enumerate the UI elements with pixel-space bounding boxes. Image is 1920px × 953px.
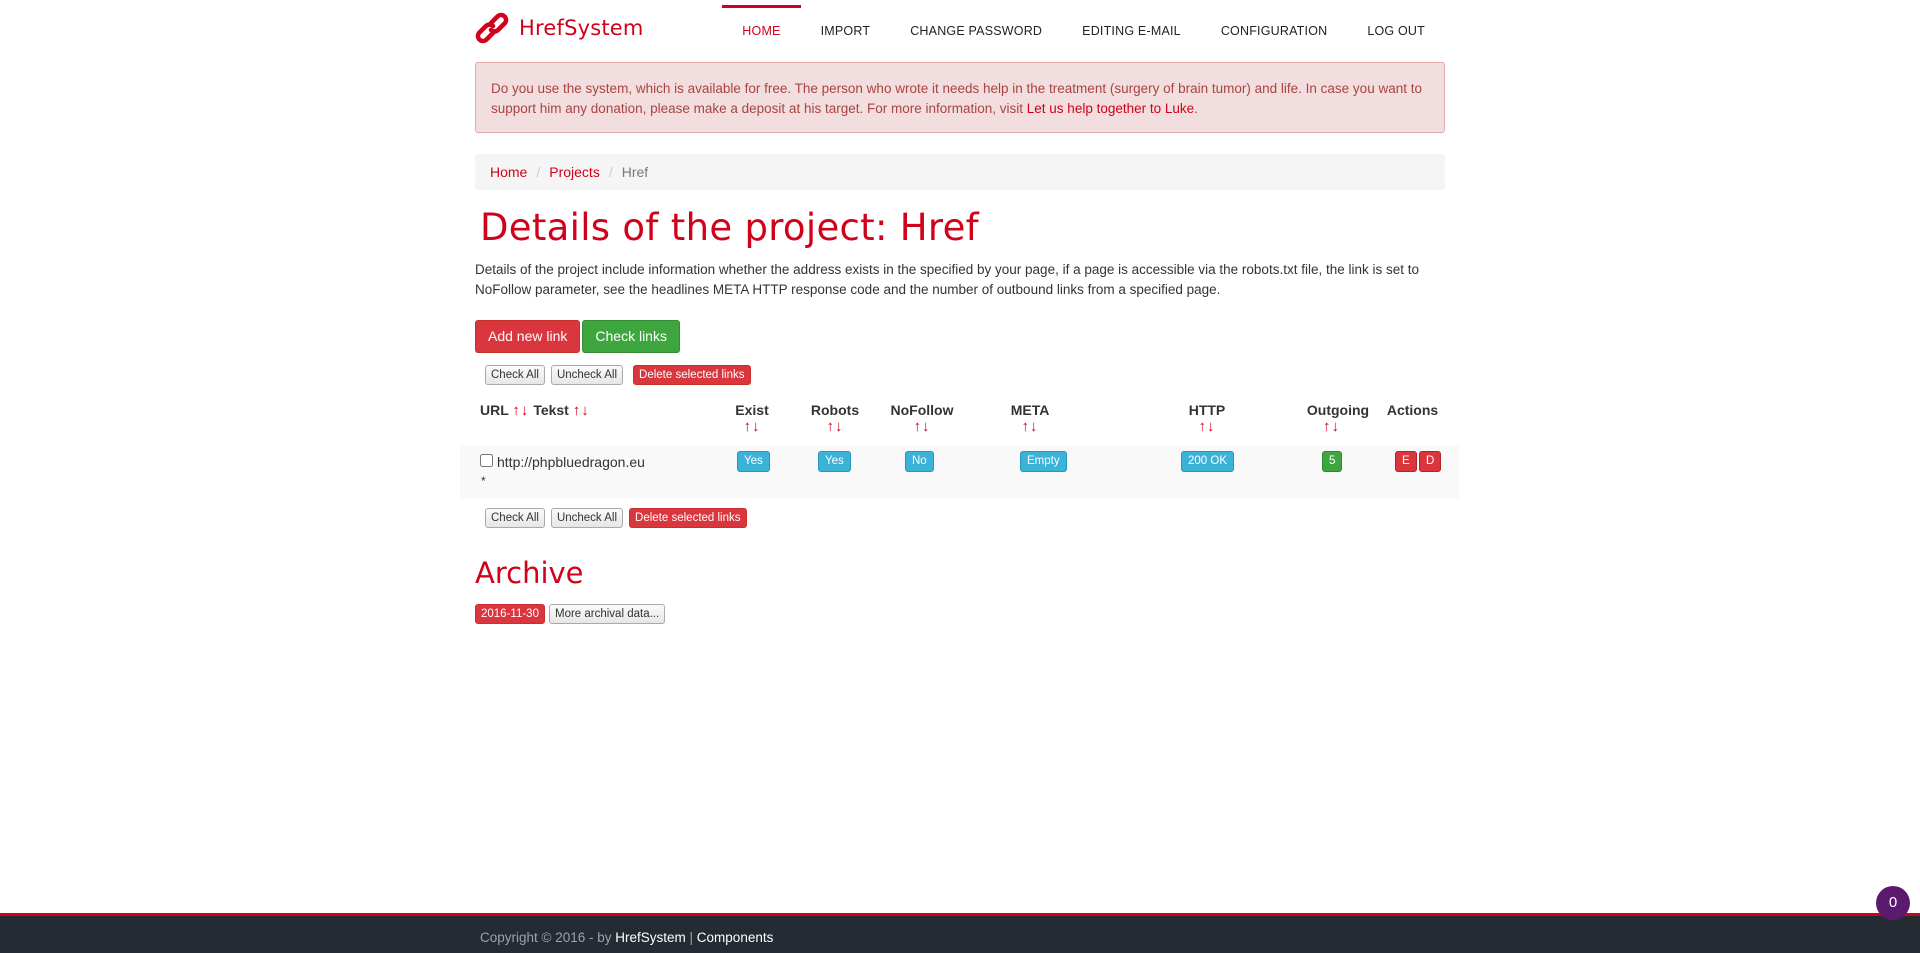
archive-title: Archive: [475, 556, 584, 590]
sort-robots-arrows[interactable]: ↑↓: [805, 418, 865, 435]
page-description: Details of the project include informati…: [475, 262, 1419, 297]
add-new-link-button[interactable]: Add new link: [475, 320, 581, 353]
copyright-text: Copyright © 2016 - by: [480, 930, 616, 945]
column-http-label: HTTP: [1188, 402, 1226, 418]
uncheck-all-button[interactable]: Uncheck All: [550, 365, 624, 385]
delete-selected-button[interactable]: Delete selected links: [629, 508, 747, 528]
http-label: 200 OK: [1181, 451, 1234, 472]
column-nofollow-label: NoFollow: [890, 402, 954, 418]
row-select-checkbox[interactable]: [480, 454, 493, 467]
column-actions: Actions: [1386, 402, 1439, 418]
archive-date-button[interactable]: 2016-11-30: [475, 604, 545, 624]
check-links-button[interactable]: Check links: [582, 320, 680, 353]
nav-editing-email[interactable]: EDITING E-MAIL: [1062, 0, 1201, 62]
alert-text: Do you use the system, which is availabl…: [491, 81, 1422, 116]
nav-log-out[interactable]: LOG OUT: [1347, 0, 1445, 62]
chain-link-icon: [475, 12, 509, 44]
sort-nofollow-arrows[interactable]: ↑↓: [887, 418, 957, 435]
footer: Copyright © 2016 - by HrefSystem | Compo…: [0, 913, 1920, 953]
breadcrumb-projects[interactable]: Projects: [549, 164, 600, 180]
sort-outgoing-arrows[interactable]: ↑↓: [1290, 418, 1373, 435]
column-meta-label: META: [1010, 402, 1050, 418]
column-exist-label: Exist: [735, 402, 769, 418]
links-table-header: URL ↑↓ Tekst ↑↓ Exist ↑↓ Robots ↑↓ NoFol…: [475, 400, 1445, 444]
selection-toolbar-top: Check All Uncheck All Delete selected li…: [485, 365, 751, 385]
main-nav: HOME IMPORT CHANGE PASSWORD EDITING E-MA…: [722, 0, 1445, 62]
brand-name: HrefSystem: [519, 16, 644, 40]
column-url-tekst: URL ↑↓ Tekst ↑↓: [480, 402, 590, 419]
delete-selected-button[interactable]: Delete selected links: [633, 365, 751, 385]
more-archival-data-button[interactable]: More archival data...: [548, 604, 666, 624]
footer-components-link[interactable]: Components: [697, 930, 774, 945]
nav-configuration[interactable]: CONFIGURATION: [1201, 0, 1348, 62]
breadcrumb-separator: /: [608, 164, 613, 180]
nav-change-password[interactable]: CHANGE PASSWORD: [890, 0, 1062, 62]
exist-label: Yes: [737, 451, 770, 472]
edit-link-button[interactable]: E: [1395, 451, 1417, 472]
notification-badge[interactable]: 0: [1876, 886, 1910, 920]
column-url[interactable]: URL: [480, 402, 509, 418]
sort-exist-arrows[interactable]: ↑↓: [730, 418, 774, 435]
project-actions: Add new link Check links: [475, 320, 1445, 353]
sort-meta-arrows[interactable]: ↑↓: [1005, 418, 1055, 435]
table-row: http://phpbluedragon.eu * Yes Yes No Emp…: [460, 446, 1459, 498]
row-url: http://phpbluedragon.eu: [497, 454, 645, 470]
check-all-button[interactable]: Check All: [485, 508, 545, 528]
uncheck-all-button[interactable]: Uncheck All: [550, 508, 624, 528]
meta-label: Empty: [1020, 451, 1067, 472]
column-outgoing: Outgoing ↑↓: [1303, 402, 1373, 435]
breadcrumb-current: Href: [621, 164, 649, 180]
donation-alert: Do you use the system, which is availabl…: [475, 62, 1445, 133]
brand-logo-link[interactable]: HrefSystem: [475, 10, 644, 46]
breadcrumb: Home / Projects / Href: [475, 154, 1445, 190]
archive-buttons: 2016-11-30 More archival data...: [475, 604, 1445, 624]
top-navbar: HrefSystem HOME IMPORT CHANGE PASSWORD E…: [475, 0, 1445, 62]
sort-url-arrows[interactable]: ↑↓: [512, 402, 529, 419]
page-title: Details of the project: Href: [480, 206, 979, 249]
column-meta: META ↑↓: [1005, 402, 1055, 435]
column-nofollow: NoFollow ↑↓: [887, 402, 957, 435]
breadcrumb-home[interactable]: Home: [490, 164, 527, 180]
sort-tekst-arrows[interactable]: ↑↓: [573, 402, 590, 419]
row-tekst: *: [481, 474, 486, 488]
column-outgoing-label: Outgoing: [1306, 402, 1370, 418]
sort-http-arrows[interactable]: ↑↓: [1182, 418, 1232, 435]
robots-label: Yes: [818, 451, 851, 472]
column-http: HTTP ↑↓: [1182, 402, 1232, 435]
column-exist: Exist ↑↓: [730, 402, 774, 435]
nav-import[interactable]: IMPORT: [801, 0, 891, 62]
footer-separator: |: [685, 930, 697, 945]
selection-toolbar-bottom: Check All Uncheck All Delete selected li…: [485, 508, 747, 528]
column-robots-label: Robots: [810, 402, 860, 418]
check-all-button[interactable]: Check All: [485, 365, 545, 385]
footer-copyright: Copyright © 2016 - by HrefSystem | Compo…: [480, 930, 773, 945]
donation-link[interactable]: Let us help together to Luke: [1027, 101, 1194, 116]
delete-link-button[interactable]: D: [1419, 451, 1442, 472]
column-robots: Robots ↑↓: [805, 402, 865, 435]
nofollow-label: No: [905, 451, 934, 472]
footer-hrefsystem-link[interactable]: HrefSystem: [615, 930, 686, 945]
breadcrumb-separator: /: [536, 164, 541, 180]
column-tekst[interactable]: Tekst: [533, 402, 569, 418]
alert-end: .: [1194, 101, 1198, 116]
outgoing-label: 5: [1322, 451, 1343, 472]
nav-home[interactable]: HOME: [722, 0, 801, 62]
